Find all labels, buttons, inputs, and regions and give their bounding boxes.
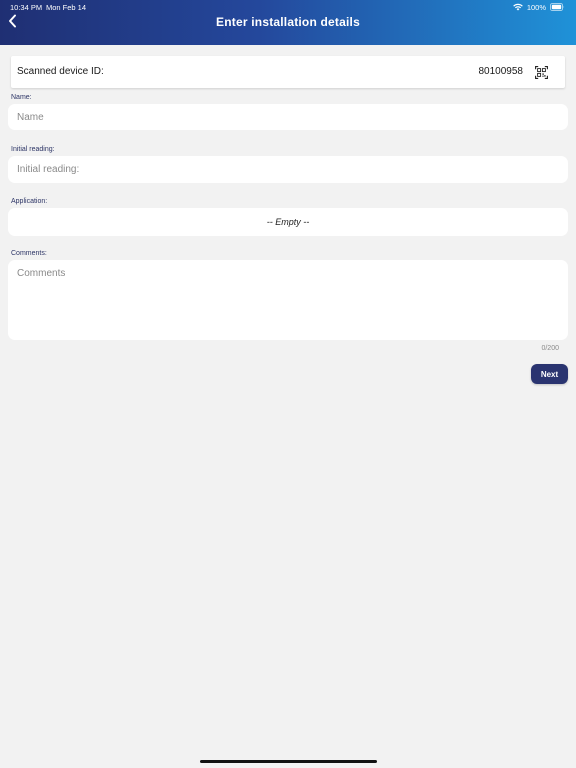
initial-reading-input[interactable] xyxy=(8,156,568,183)
application-selected-value: -- Empty -- xyxy=(266,217,310,227)
scanned-device-card: Scanned device ID: 80100958 xyxy=(11,56,565,88)
page-title: Enter installation details xyxy=(216,15,360,29)
qr-code-icon[interactable] xyxy=(535,66,548,79)
name-label: Name: xyxy=(11,94,32,101)
status-time: 10:34 PM xyxy=(10,3,43,12)
comments-textarea[interactable] xyxy=(8,260,568,340)
initial-reading-label: Initial reading: xyxy=(11,146,55,153)
comments-char-counter: 0/200 xyxy=(541,345,559,352)
app-header: 10:34 PM Mon Feb 14 100% Enter installat… xyxy=(0,0,576,45)
next-button[interactable]: Next xyxy=(531,364,568,384)
wifi-icon xyxy=(513,3,523,11)
application-select[interactable]: -- Empty -- xyxy=(8,208,568,236)
application-label: Application: xyxy=(11,198,48,205)
home-indicator[interactable] xyxy=(200,760,377,763)
scanned-device-label: Scanned device ID: xyxy=(17,66,104,77)
status-indicators: 100% xyxy=(513,2,565,12)
status-date: Mon Feb 14 xyxy=(46,3,87,12)
battery-percentage: 100% xyxy=(526,2,546,12)
comments-label: Comments: xyxy=(11,250,47,257)
name-input[interactable] xyxy=(8,104,568,130)
battery-icon xyxy=(550,3,565,11)
scanned-device-id: 80100958 xyxy=(478,66,524,77)
